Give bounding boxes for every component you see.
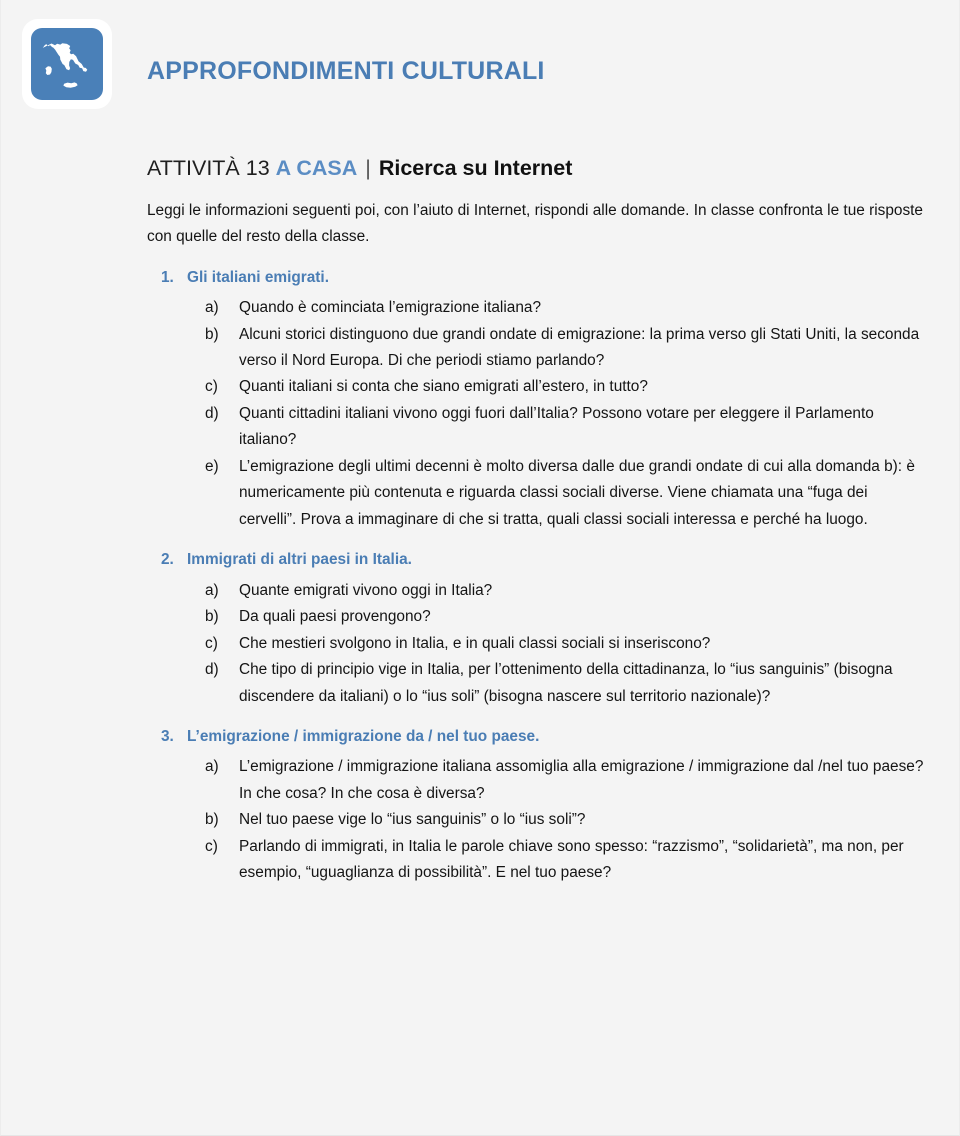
question-text: Quando è cominciata l’emigrazione italia… bbox=[239, 299, 542, 317]
question-marker: a) bbox=[205, 299, 219, 317]
section-2: 2. Immigrati di altri paesi in Italia. a… bbox=[147, 547, 933, 710]
italy-map-icon bbox=[31, 28, 103, 100]
list-item: a) Quante emigrati vivono oggi in Italia… bbox=[205, 578, 933, 604]
list-item: c) Che mestieri svolgono in Italia, e in… bbox=[205, 631, 933, 657]
list-item: b) Nel tuo paese vige lo “ius sanguinis”… bbox=[205, 807, 933, 833]
section-1-question-list: a) Quando è cominciata l’emigrazione ita… bbox=[147, 295, 933, 533]
question-marker: b) bbox=[205, 608, 219, 626]
section-2-heading: 2. Immigrati di altri paesi in Italia. bbox=[161, 547, 933, 573]
question-marker: c) bbox=[205, 837, 218, 855]
list-item: c) Quanti italiani si conta che siano em… bbox=[205, 374, 933, 400]
question-marker: c) bbox=[205, 634, 218, 652]
list-item: a) L’emigrazione / immigrazione italiana… bbox=[205, 754, 933, 807]
section-3-label: L’emigrazione / immigrazione da / nel tu… bbox=[187, 728, 540, 745]
question-marker: a) bbox=[205, 581, 219, 599]
section-3: 3. L’emigrazione / immigrazione da / nel… bbox=[147, 724, 933, 887]
question-text: Che mestieri svolgono in Italia, e in qu… bbox=[239, 634, 711, 652]
section-1-heading: 1. Gli italiani emigrati. bbox=[161, 265, 933, 291]
question-marker: d) bbox=[205, 404, 219, 422]
activity-label: ATTIVITÀ 13 bbox=[147, 156, 270, 180]
intro-paragraph: Leggi le informazioni seguenti poi, con … bbox=[147, 201, 923, 246]
list-item: c) Parlando di immigrati, in Italia le p… bbox=[205, 834, 933, 887]
question-marker: b) bbox=[205, 811, 219, 829]
section-1-number: 1. bbox=[161, 268, 174, 286]
question-marker: d) bbox=[205, 661, 219, 679]
section-3-heading: 3. L’emigrazione / immigrazione da / nel… bbox=[161, 724, 933, 750]
question-text: Quanti italiani si conta che siano emigr… bbox=[239, 378, 648, 396]
question-text: Quanti cittadini italiani vivono oggi fu… bbox=[239, 404, 874, 449]
activity-accent: A CASA bbox=[275, 156, 358, 180]
activity-subtitle: Ricerca su Internet bbox=[378, 156, 573, 180]
question-marker: e) bbox=[205, 457, 219, 475]
question-text: Nel tuo paese vige lo “ius sanguinis” o … bbox=[239, 811, 586, 829]
section-3-number: 3. bbox=[161, 728, 174, 745]
logo-plate bbox=[22, 19, 112, 109]
list-item: d) Quanti cittadini italiani vivono oggi… bbox=[205, 401, 933, 454]
question-marker: b) bbox=[205, 325, 219, 343]
question-text: L’emigrazione / immigrazione italiana as… bbox=[239, 758, 924, 802]
question-text: Che tipo di principio vige in Italia, pe… bbox=[239, 661, 893, 705]
list-item: a) Quando è cominciata l’emigrazione ita… bbox=[205, 295, 933, 321]
question-text: Alcuni storici distinguono due grandi on… bbox=[239, 325, 920, 369]
section-2-number: 2. bbox=[161, 551, 174, 569]
section-1: 1. Gli italiani emigrati. a) Quando è co… bbox=[147, 265, 933, 534]
document-header: APPROFONDIMENTI CULTURALI bbox=[1, 0, 959, 120]
page-title: APPROFONDIMENTI CULTURALI bbox=[147, 57, 545, 85]
activity-separator: | bbox=[365, 156, 371, 180]
section-1-label: Gli italiani emigrati. bbox=[187, 268, 329, 286]
question-text: Da quali paesi provengono? bbox=[239, 608, 431, 626]
document-body: Leggi le informazioni seguenti poi, con … bbox=[1, 198, 959, 887]
document-page: APPROFONDIMENTI CULTURALI ATTIVITÀ 13 A … bbox=[0, 0, 960, 1136]
activity-heading: ATTIVITÀ 13 A CASA | Ricerca su Internet bbox=[147, 155, 959, 182]
question-text: Quante emigrati vivono oggi in Italia? bbox=[239, 581, 493, 599]
list-item: b) Da quali paesi provengono? bbox=[205, 604, 933, 630]
list-item: b) Alcuni storici distinguono due grandi… bbox=[205, 322, 933, 375]
section-2-label: Immigrati di altri paesi in Italia. bbox=[187, 551, 412, 569]
section-2-question-list: a) Quante emigrati vivono oggi in Italia… bbox=[147, 578, 933, 710]
question-marker: a) bbox=[205, 758, 219, 776]
list-item: e) L’emigrazione degli ultimi decenni è … bbox=[205, 454, 933, 533]
question-text: Parlando di immigrati, in Italia le paro… bbox=[239, 837, 904, 882]
list-item: d) Che tipo di principio vige in Italia,… bbox=[205, 657, 933, 710]
question-text: L’emigrazione degli ultimi decenni è mol… bbox=[239, 457, 915, 528]
section-3-question-list: a) L’emigrazione / immigrazione italiana… bbox=[147, 754, 933, 886]
question-marker: c) bbox=[205, 378, 218, 396]
